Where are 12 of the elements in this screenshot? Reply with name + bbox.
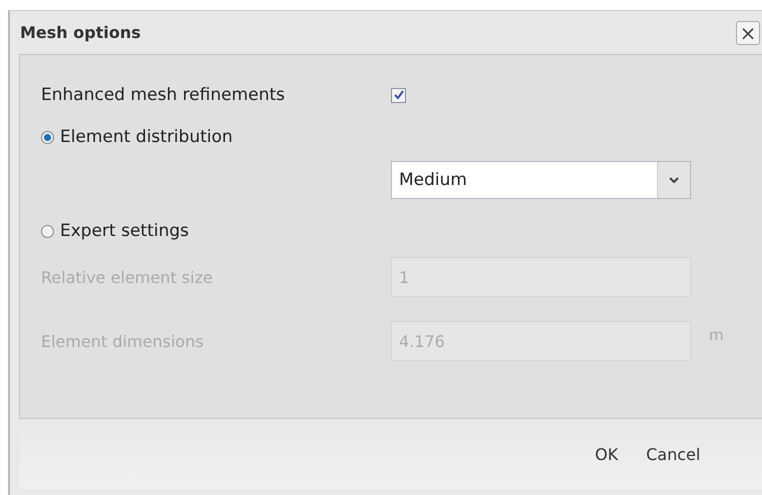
checkbox[interactable] [391,88,406,102]
dialog-button[interactable]: Cancel [640,440,706,468]
close-button[interactable]: × [736,20,760,44]
radio-button[interactable] [41,224,54,238]
radio-label: Element distribution [60,127,233,147]
dialog-button[interactable]: OK [589,440,624,468]
window-title: Mesh options [20,23,141,42]
dropdown[interactable]: Medium [391,161,691,199]
radio-label: Expert settings [60,221,189,241]
chevron-down-icon [669,177,679,183]
radio-button[interactable] [41,130,54,144]
checkbox-label: Enhanced mesh refinements [41,85,285,105]
